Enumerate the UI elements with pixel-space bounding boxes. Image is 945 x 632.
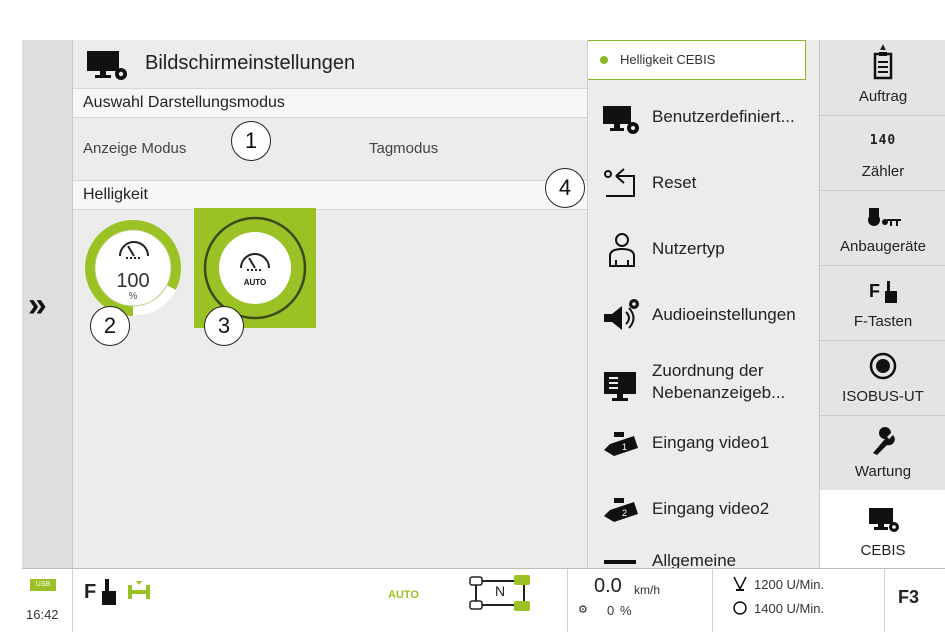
menu-item-label: Audioeinstellungen [652,305,796,324]
screen: ›› Bildschirmeinstellungen Auswahl Darst… [22,40,945,631]
menu-item-reset[interactable]: Reset [588,150,820,216]
menu-item-custom[interactable]: Benutzerdefiniert... [588,84,820,150]
usb-icon: USB [30,579,56,591]
user-icon [609,233,635,267]
isobus-icon [869,352,897,380]
tractor-implement-icon [868,208,901,226]
speedometer-icon [119,241,149,259]
menu-item-label: Reset [652,173,697,192]
menu-item-label: Eingang video2 [652,499,770,518]
brightness-dial[interactable]: 100 % [81,216,185,320]
brightness-value: 100 [116,270,150,292]
svg-text:F: F [869,281,880,301]
monitor-gear-icon [87,51,127,80]
camera-1-icon: 1 [604,432,638,456]
page-title: Bildschirmeinstellungen [145,52,356,74]
menu-item-general[interactable]: Allgemeine [588,542,820,568]
tab-label: Wartung [854,463,912,480]
rpm-1: 1200 U/Min. [754,577,825,592]
section-display-mode: Auswahl Darstellungsmodus [73,88,587,118]
pto-rpm-icon [733,601,747,615]
general-icon [604,560,636,564]
menu-header-label: Helligkeit CEBIS [620,52,716,67]
clock: 16:42 [26,607,59,622]
tab-label: Zähler [861,163,905,180]
tab-isobus[interactable]: ISOBUS-UT [820,340,945,416]
divider [712,569,713,632]
camera-2-icon: 2 [604,498,638,522]
menu-item-audio[interactable]: Audioeinstellungen [588,282,820,348]
tab-label: Anbaugeräte [840,238,926,255]
tab-label: CEBIS [860,542,906,559]
f3-key[interactable]: F3 [898,587,919,608]
display-mode-value[interactable]: Tagmodus [369,140,438,157]
menu-item-video2[interactable]: 2 Eingang video2 [588,476,820,542]
tab-cebis[interactable]: CEBIS [820,490,945,568]
monitor-assign-icon [604,372,636,401]
double-chevron-right-icon[interactable]: ›› [28,286,47,325]
section-brightness: Helligkeit [73,180,587,210]
divider [72,569,73,632]
slip-unit: % [620,603,632,618]
settings-menu: Helligkeit CEBIS Benutzerdefiniert... Re… [587,40,820,568]
menu-item-user-type[interactable]: Nutzertyp [588,216,820,282]
hitch-icon [128,581,150,599]
f-key-indicator: F [84,581,97,603]
slip-icon: ⚙ [578,604,588,616]
divider [567,569,568,632]
speed-value: 0.0 [594,575,622,597]
menu-item-label: Eingang video1 [652,433,770,452]
tab-f-keys[interactable]: F F-Tasten [820,265,945,341]
speaker-gear-icon [604,299,639,330]
speedometer-icon [240,253,270,271]
callout-2: 2 [90,306,130,346]
display-settings-panel: Bildschirmeinstellungen Auswahl Darstell… [73,40,587,568]
svg-text:2: 2 [622,508,627,518]
reset-icon [604,168,635,197]
tab-auftrag[interactable]: ▲ Auftrag [820,40,945,116]
tab-implements[interactable]: Anbaugeräte [820,190,945,266]
tab-label: F-Tasten [853,313,913,330]
svg-text:1: 1 [622,442,627,452]
tab-counter[interactable]: 140 Zähler [820,115,945,191]
menu-selected-item[interactable]: Helligkeit CEBIS [588,40,806,80]
menu-item-label: Nutzertyp [652,239,725,258]
display-mode-label: Anzeige Modus [83,140,187,157]
left-expand-bar[interactable]: ›› [22,40,73,568]
menu-item-label: Zuordnung der Nebenanzeigeb... [652,361,786,402]
brightness-unit: % [128,291,138,302]
engine-rpm-icon [733,576,747,591]
f-key-hand-icon: F [869,281,897,303]
callout-1: 1 [231,121,271,161]
status-dot [600,56,608,64]
tab-label: Auftrag [858,88,908,105]
hand-icon [102,579,116,605]
speed-unit: km/h [634,583,661,597]
tab-maintenance[interactable]: Wartung [820,415,945,491]
status-bar: USB 16:42 F AUTO N 0.0 km/h ⚙ 0 % 1200 U… [22,568,945,632]
callout-4: 4 [545,168,585,208]
rpm-2: 1400 U/Min. [754,601,825,616]
menu-item-video1[interactable]: 1 Eingang video1 [588,410,820,476]
brightness-ring [85,220,181,317]
slip-value: 0 [607,603,615,618]
menu-item-label: Benutzerdefiniert... [652,107,795,126]
divider [884,569,885,632]
panel-header: Bildschirmeinstellungen [73,40,587,88]
tab-label: ISOBUS-UT [842,388,924,405]
auto-indicator: AUTO [388,589,419,601]
counter-icon: 140 [869,133,897,148]
menu-item-label: Allgemeine [652,551,737,568]
wrench-icon [873,427,895,455]
main-tabs: ▲ Auftrag 140 Zähler Anbaugeräte F F-Tas… [819,40,945,568]
monitor-gear-icon [869,508,899,532]
callout-3: 3 [204,306,244,346]
auto-label: AUTO [243,278,267,287]
clipboard-icon [873,52,893,80]
gear-indicator: N [494,583,506,599]
monitor-gear-icon [603,106,639,134]
